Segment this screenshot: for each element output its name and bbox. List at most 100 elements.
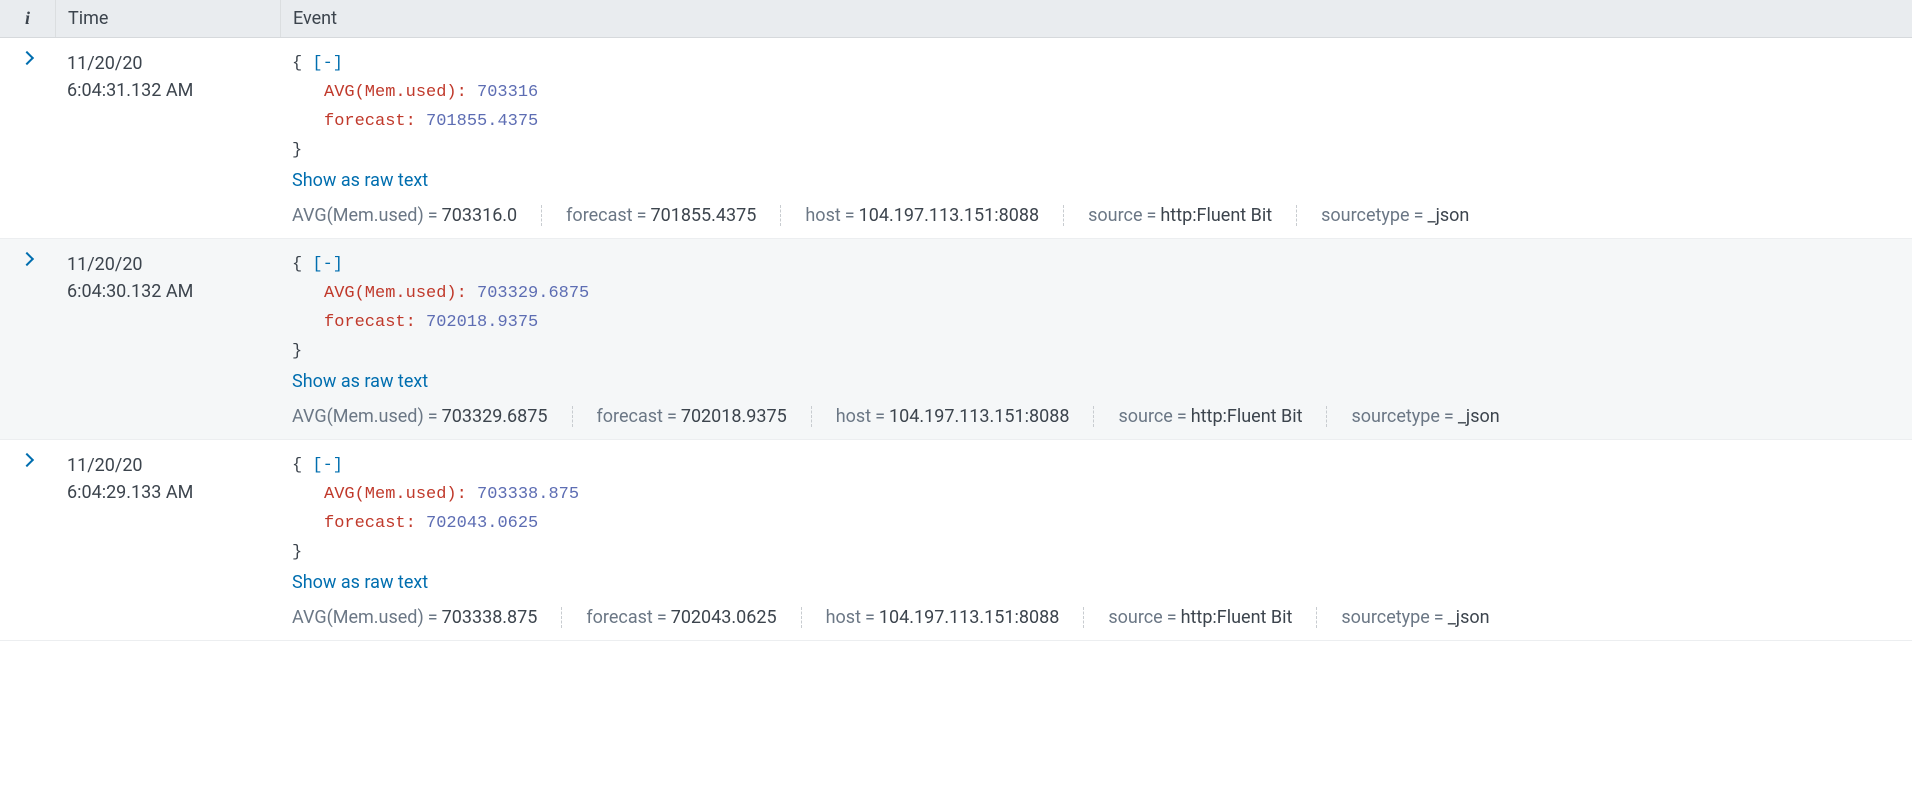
field-equals: =	[633, 205, 651, 226]
field-item[interactable]: host=104.197.113.151:8088	[805, 205, 1064, 227]
json-open-brace: {	[292, 255, 312, 274]
field-value: 702018.9375	[681, 406, 787, 427]
field-item[interactable]: source=http:Fluent Bit	[1088, 205, 1297, 227]
field-item[interactable]: forecast=702043.0625	[586, 607, 801, 629]
json-key[interactable]: AVG(Mem.used)	[324, 284, 457, 303]
json-colon: :	[457, 284, 477, 303]
field-value: 703316.0	[442, 205, 518, 226]
field-value: 701855.4375	[650, 205, 756, 226]
field-equals: =	[1173, 406, 1191, 427]
field-key: sourcetype	[1321, 205, 1409, 226]
info-icon[interactable]: i	[0, 0, 55, 37]
field-equals: =	[1143, 205, 1161, 226]
field-item[interactable]: forecast=701855.4375	[566, 205, 781, 227]
field-key: host	[805, 205, 840, 226]
field-item[interactable]: sourcetype=_json	[1341, 607, 1489, 629]
field-item[interactable]: sourcetype=_json	[1321, 205, 1469, 227]
field-key: host	[826, 607, 861, 628]
chevron-right-icon	[22, 52, 34, 64]
json-value[interactable]: 703316	[477, 83, 538, 102]
event-cell: { [-] AVG(Mem.used): 703329.6875 forecast:…	[280, 239, 1912, 439]
field-equals: =	[871, 406, 889, 427]
chevron-right-icon	[22, 454, 34, 466]
chevron-right-icon	[22, 253, 34, 265]
field-item[interactable]: AVG(Mem.used)=703329.6875	[292, 406, 573, 428]
field-item[interactable]: forecast=702018.9375	[597, 406, 812, 428]
field-key: sourcetype	[1351, 406, 1439, 427]
events-table: i Time Event 11/20/206:04:31.132 AM{ [-]…	[0, 0, 1912, 641]
json-key[interactable]: forecast	[324, 313, 406, 332]
field-item[interactable]: source=http:Fluent Bit	[1108, 607, 1317, 629]
json-colon: :	[406, 112, 426, 131]
json-colon: :	[457, 485, 477, 504]
field-item[interactable]: sourcetype=_json	[1351, 406, 1499, 428]
field-value: 104.197.113.151:8088	[859, 205, 1039, 226]
time-cell[interactable]: 11/20/206:04:30.132 AM	[55, 239, 280, 439]
json-key[interactable]: AVG(Mem.used)	[324, 83, 457, 102]
json-block: { [-]AVG(Mem.used): 703338.875forecast: …	[292, 452, 1900, 568]
table-header: i Time Event	[0, 0, 1912, 38]
expand-toggle[interactable]	[0, 440, 55, 640]
json-key[interactable]: forecast	[324, 514, 406, 533]
json-collapse-toggle[interactable]: [-]	[312, 456, 343, 475]
expand-toggle[interactable]	[0, 239, 55, 439]
field-item[interactable]: source=http:Fluent Bit	[1118, 406, 1327, 428]
json-collapse-toggle[interactable]: [-]	[312, 255, 343, 274]
field-value: http:Fluent Bit	[1160, 205, 1272, 226]
field-equals: =	[841, 205, 859, 226]
json-close-brace: }	[292, 543, 302, 562]
field-equals: =	[653, 607, 671, 628]
table-row: 11/20/206:04:30.132 AM { [-] AVG(Mem.used)…	[0, 239, 1912, 440]
event-fields: AVG(Mem.used)=703316.0forecast=701855.43…	[292, 205, 1900, 227]
expand-toggle[interactable]	[0, 38, 55, 238]
time-cell[interactable]: 11/20/206:04:29.133 AM	[55, 440, 280, 640]
show-raw-text-link[interactable]: Show as raw text	[292, 170, 428, 191]
field-key: source	[1088, 205, 1142, 226]
event-date: 11/20/20	[67, 251, 268, 278]
json-key[interactable]: AVG(Mem.used)	[324, 485, 457, 504]
show-raw-text-link[interactable]: Show as raw text	[292, 572, 428, 593]
field-item[interactable]: AVG(Mem.used)=703316.0	[292, 205, 542, 227]
column-header-event[interactable]: Event	[280, 0, 1912, 37]
event-cell: { [-] AVG(Mem.used): 703316 forecast: 7018…	[280, 38, 1912, 238]
event-date: 11/20/20	[67, 452, 268, 479]
field-key: forecast	[586, 607, 652, 628]
table-row: 11/20/206:04:31.132 AM { [-] AVG(Mem.used)…	[0, 38, 1912, 239]
json-colon: :	[457, 83, 477, 102]
event-time: 6:04:29.133 AM	[67, 479, 268, 506]
json-open-brace: {	[292, 54, 312, 73]
field-key: sourcetype	[1341, 607, 1429, 628]
field-key: forecast	[566, 205, 632, 226]
json-value[interactable]: 702043.0625	[426, 514, 538, 533]
json-close-brace: }	[292, 342, 302, 361]
field-value: 702043.0625	[671, 607, 777, 628]
field-value: _json	[1458, 406, 1500, 427]
time-cell[interactable]: 11/20/206:04:31.132 AM	[55, 38, 280, 238]
field-value: _json	[1448, 607, 1490, 628]
json-colon: :	[406, 514, 426, 533]
field-equals: =	[424, 205, 442, 226]
json-colon: :	[406, 313, 426, 332]
json-value[interactable]: 702018.9375	[426, 313, 538, 332]
event-fields: AVG(Mem.used)=703329.6875 forecast=702018…	[292, 406, 1900, 428]
column-header-time[interactable]: Time	[55, 0, 280, 37]
json-value[interactable]: 703338.875	[477, 485, 579, 504]
field-equals: =	[1440, 406, 1458, 427]
field-key: host	[836, 406, 871, 427]
field-key: AVG(Mem.used)	[292, 205, 424, 226]
field-equals: =	[1410, 205, 1428, 226]
field-item[interactable]: host=104.197.113.151:8088	[826, 607, 1085, 629]
field-item[interactable]: AVG(Mem.used)=703338.875	[292, 607, 562, 629]
json-collapse-toggle[interactable]: [-]	[312, 54, 343, 73]
show-raw-text-link[interactable]: Show as raw text	[292, 371, 428, 392]
json-key[interactable]: forecast	[324, 112, 406, 131]
field-key: source	[1108, 607, 1162, 628]
field-item[interactable]: host=104.197.113.151:8088	[836, 406, 1095, 428]
field-equals: =	[1163, 607, 1181, 628]
field-value: http:Fluent Bit	[1191, 406, 1303, 427]
field-equals: =	[663, 406, 681, 427]
json-block: { [-] AVG(Mem.used): 703329.6875 forecast:…	[292, 251, 1900, 367]
field-value: 104.197.113.151:8088	[889, 406, 1069, 427]
json-value[interactable]: 701855.4375	[426, 112, 538, 131]
json-value[interactable]: 703329.6875	[477, 284, 589, 303]
